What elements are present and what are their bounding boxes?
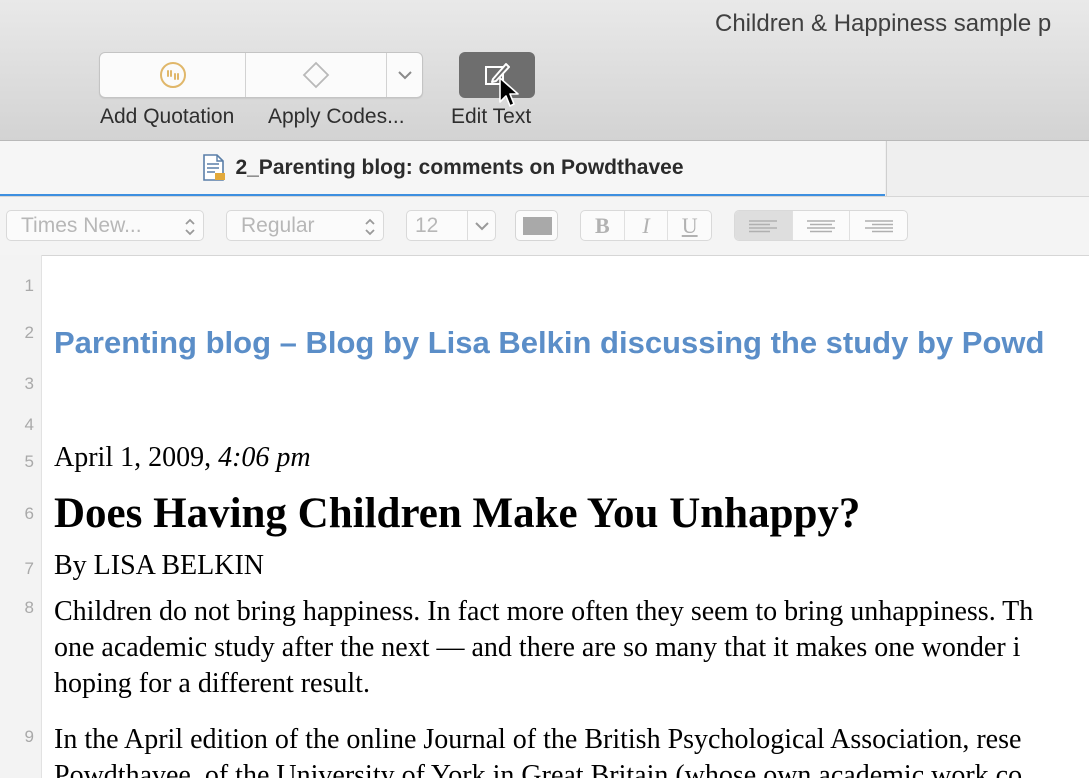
stepper-arrows-icon [365,218,375,236]
italic-label: I [642,212,650,238]
window-toolbar: Children & Happiness sample p Add Quotat… [0,0,1089,141]
text-color-swatch [523,217,552,235]
blog-heading: Parenting blog – Blog by Lisa Belkin dis… [54,325,1045,360]
format-bar: Times New... Regular 12 B I U [0,196,1089,256]
window-title: Children & Happiness sample p [715,10,1052,37]
add-quotation-label: Add Quotation [100,105,235,128]
align-center-button[interactable] [793,211,851,240]
font-size-value: 12 [415,213,439,237]
font-family-select[interactable]: Times New... [6,210,204,241]
edit-text-button[interactable] [459,52,535,98]
paragraph-line: Children do not bring happiness. In fact… [54,596,1034,627]
alignment-group [734,210,908,241]
line-number-gutter: 1 2 3 4 5 6 7 8 9 [0,255,42,778]
bold-button[interactable]: B [581,211,625,240]
post-time: 4:06 pm [218,442,311,473]
font-style-value: Regular [241,213,315,237]
bold-label: B [594,212,610,238]
underline-button[interactable]: U [668,211,711,240]
align-left-button[interactable] [735,211,793,240]
line-number: 6 [24,504,34,523]
document-tab[interactable]: 2_Parenting blog: comments on Powdthavee [0,141,885,196]
font-size-combo[interactable]: 12 [406,210,496,241]
document-tab-bar: 2_Parenting blog: comments on Powdthavee [0,141,1089,196]
chevron-down-icon [397,71,412,80]
tab-divider [886,141,887,196]
align-left-icon [749,219,778,232]
line-number: 5 [24,452,34,471]
paragraph-line: hoping for a different result. [54,668,370,699]
chevron-down-icon[interactable] [474,220,490,232]
italic-button[interactable]: I [625,211,669,240]
line-number: 9 [24,727,34,746]
line-number: 7 [24,559,34,578]
byline: By LISA BELKIN [54,550,264,581]
paragraph-line: one academic study after the next — and … [54,632,1021,663]
align-right-icon [864,219,893,232]
document-tab-label: 2_Parenting blog: comments on Powdthavee [235,155,684,179]
edit-text-label: Edit Text [451,105,532,128]
apply-codes-menu-button[interactable] [387,53,422,97]
stepper-arrows-icon [185,218,195,236]
align-right-button[interactable] [850,211,907,240]
apply-codes-diamond-icon [302,61,330,89]
add-quotation-button[interactable] [100,53,246,97]
pointer-cursor-icon [499,77,519,107]
apply-codes-label: Apply Codes... [268,105,405,128]
post-date: April 1, 2009, 4:06 pm [54,442,311,474]
document-text-area[interactable]: Parenting blog – Blog by Lisa Belkin dis… [54,255,1089,778]
line-number: 4 [24,415,34,434]
text-style-group: B I U [580,210,712,241]
combo-divider [467,211,468,240]
line-number: 2 [24,323,34,342]
quotation-segmented-control [99,52,423,98]
underline-label: U [681,212,698,238]
line-number: 3 [24,374,34,393]
font-style-select[interactable]: Regular [226,210,384,241]
document-icon [203,153,226,181]
post-date-text: April 1, 2009, [54,442,219,473]
article-title: Does Having Children Make You Unhappy? [54,490,861,537]
align-center-icon [807,219,835,232]
paragraph-line: In the April edition of the online Journ… [54,724,1022,755]
quotation-icon [159,62,186,88]
paragraph-line: Powdthavee, of the University of York in… [54,760,1023,778]
apply-codes-button[interactable] [246,53,387,97]
line-number: 1 [24,276,34,295]
line-number: 8 [24,598,34,617]
text-color-well[interactable] [515,210,558,241]
font-family-value: Times New... [21,213,142,237]
